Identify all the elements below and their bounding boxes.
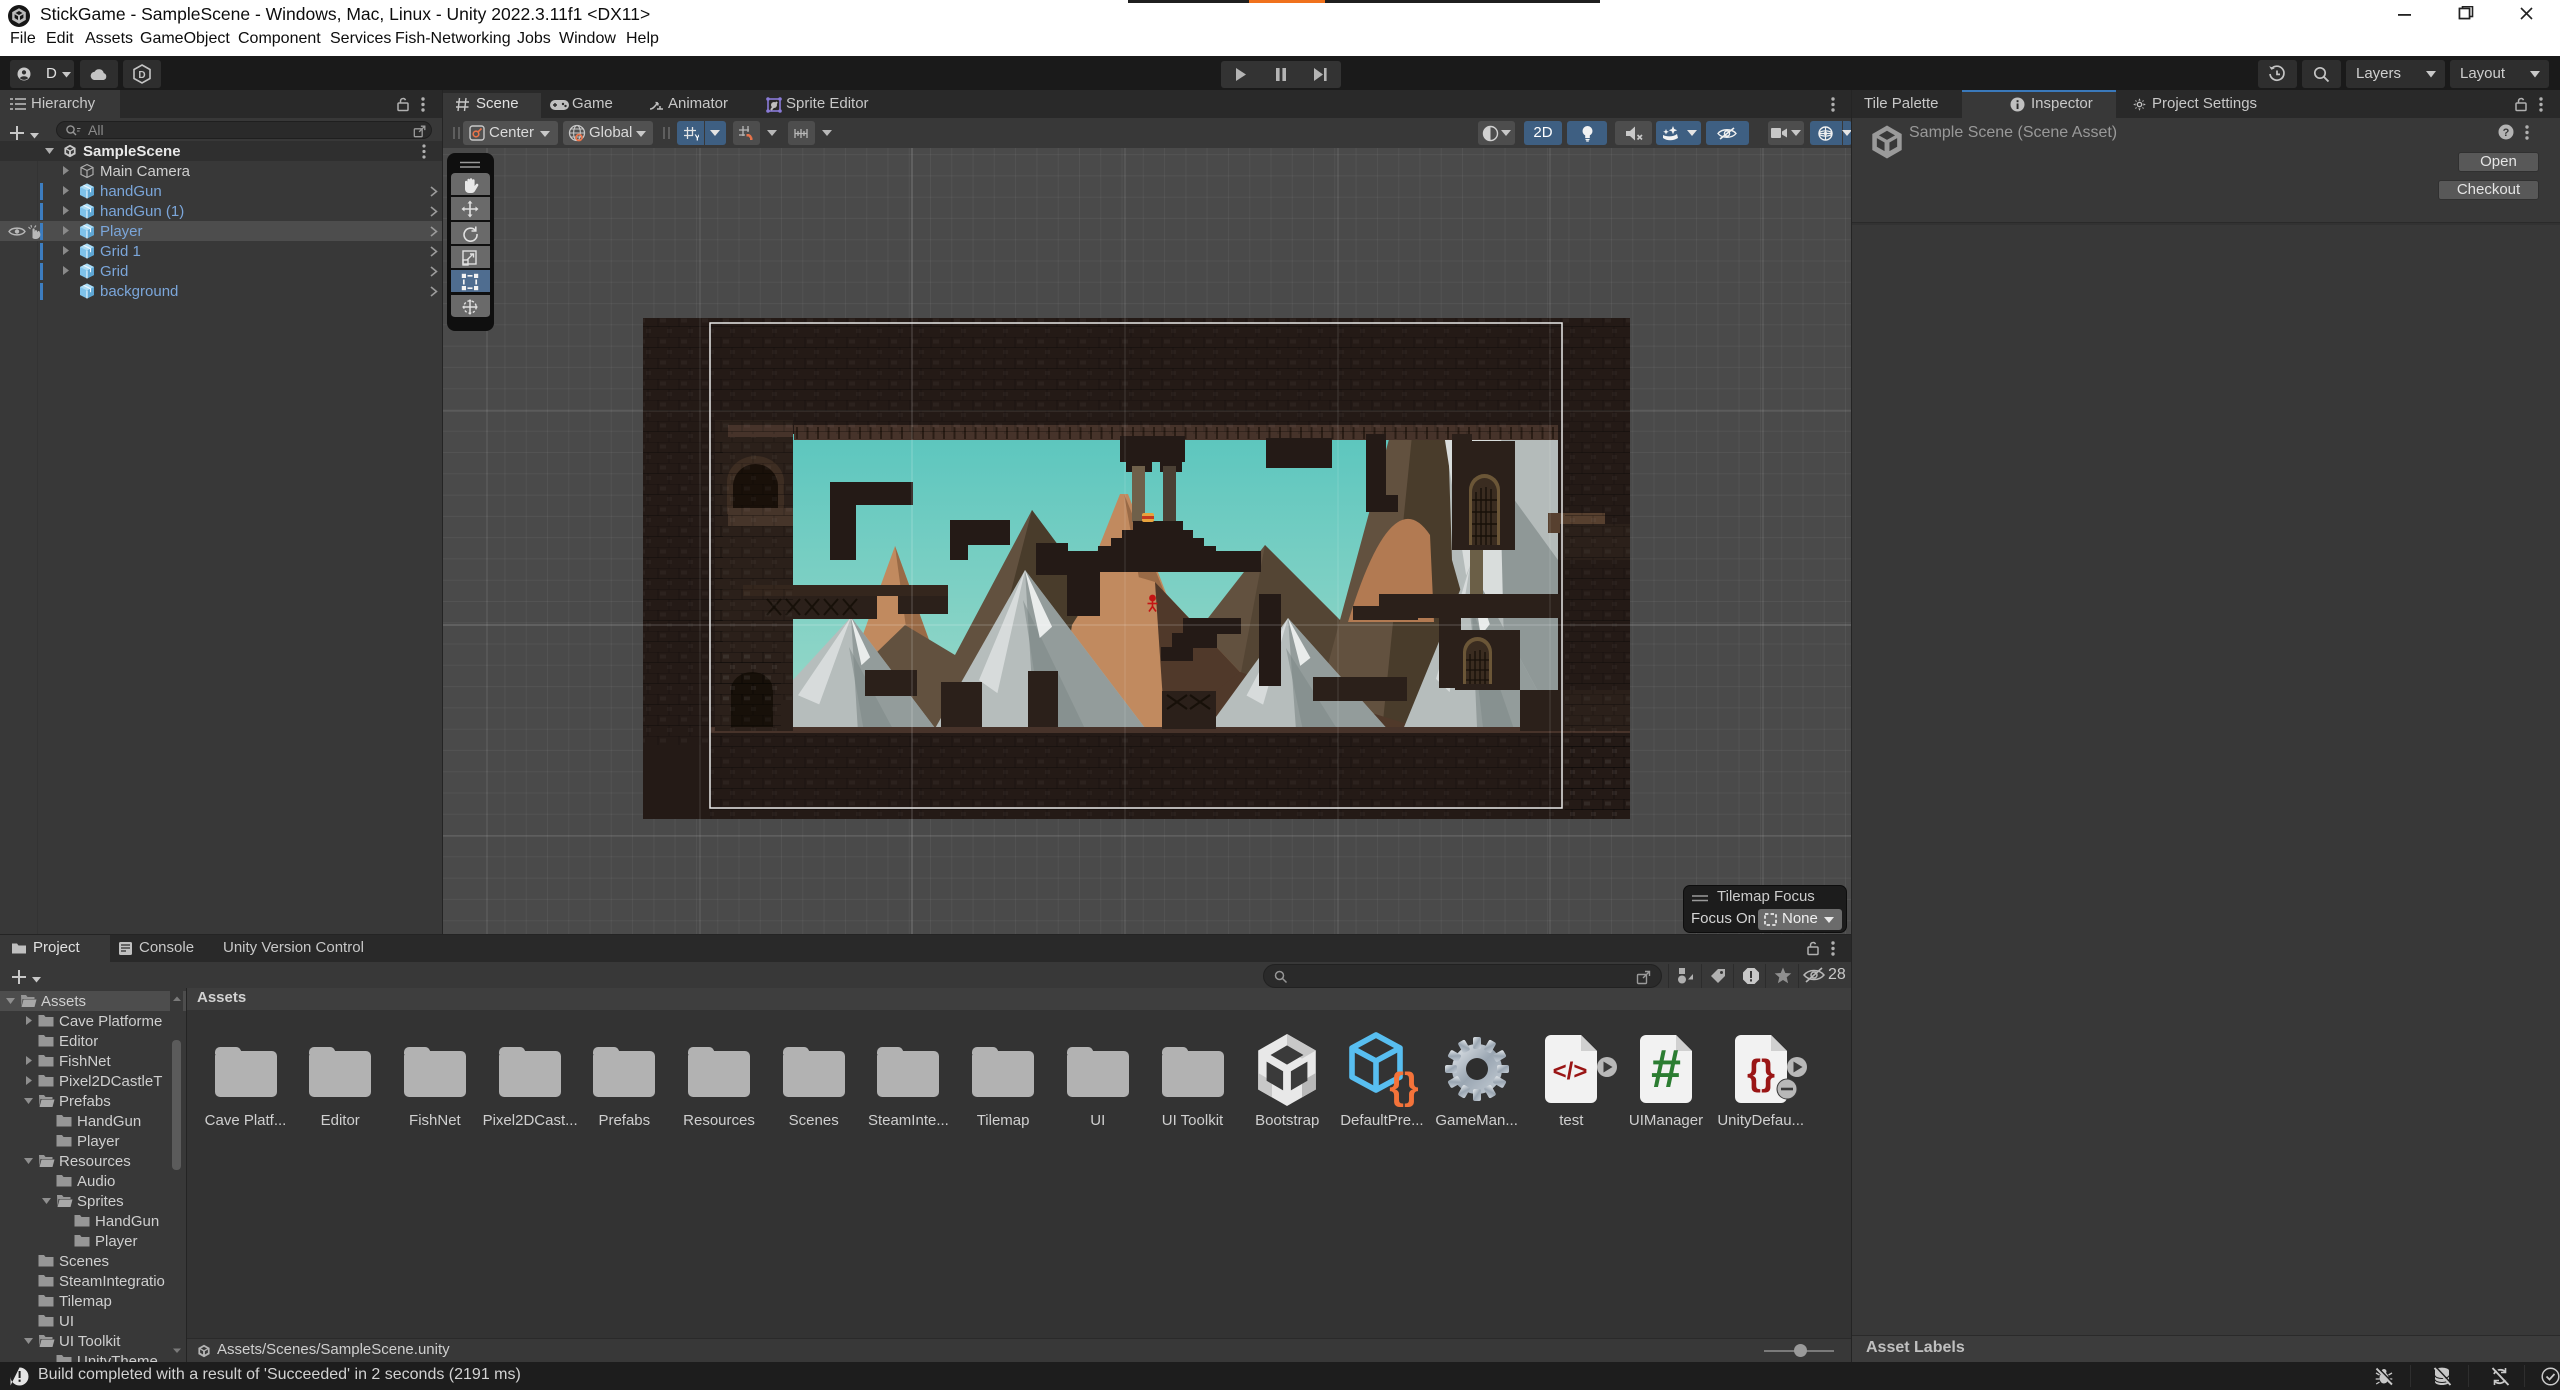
svg-text:</>: </> bbox=[1553, 1058, 1588, 1085]
svg-text:Y: Y bbox=[695, 133, 700, 143]
svg-text:{}: {} bbox=[1389, 1066, 1418, 1108]
svg-text:{}: {} bbox=[1747, 1052, 1775, 1093]
svg-text:#: # bbox=[1651, 1039, 1681, 1099]
svg-text:D: D bbox=[138, 70, 145, 81]
svg-text:?: ? bbox=[2503, 127, 2510, 139]
